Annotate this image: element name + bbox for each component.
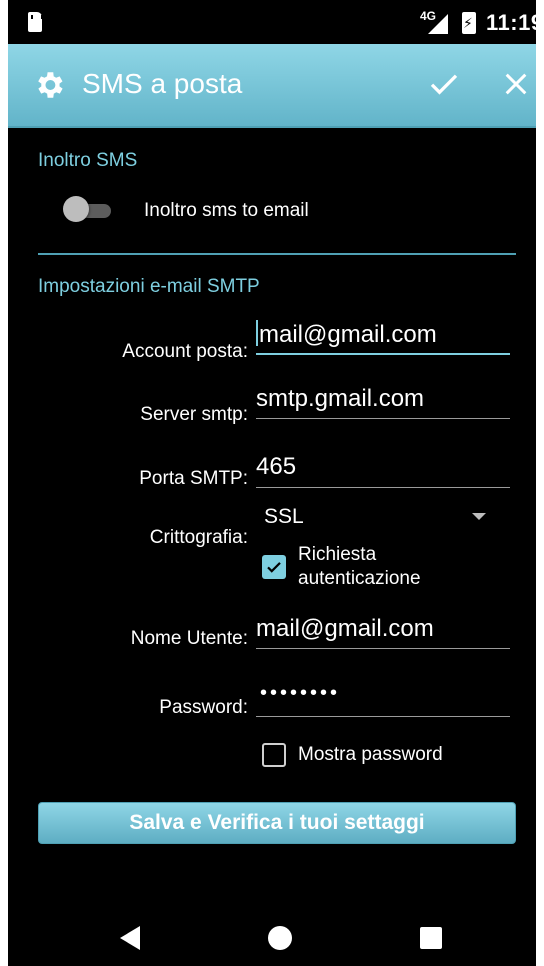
auth-checkbox[interactable] <box>262 555 286 579</box>
port-input[interactable]: 465 <box>256 453 510 481</box>
sms-forward-section-title: Inoltro SMS <box>38 150 138 171</box>
status-time: 11:19 <box>486 10 536 35</box>
no-signal-x-icon: × <box>440 22 448 36</box>
sms-forward-toggle[interactable] <box>63 196 113 224</box>
crypto-select[interactable]: SSL <box>264 505 304 529</box>
sd-card-icon <box>28 12 43 32</box>
server-input-underline <box>256 418 510 419</box>
smtp-section-title: Impostazioni e-mail SMTP <box>38 276 260 297</box>
home-icon[interactable] <box>268 926 292 950</box>
server-input[interactable]: smtp.gmail.com <box>256 385 510 413</box>
account-input-underline <box>256 353 510 355</box>
app-title: SMS a posta <box>82 68 243 99</box>
chevron-down-icon[interactable] <box>472 513 486 520</box>
account-input[interactable]: mail@gmail.com <box>256 320 510 349</box>
password-label: Password: <box>159 697 248 718</box>
username-label: Nome Utente: <box>130 628 248 649</box>
crypto-label: Crittografia: <box>149 527 248 548</box>
status-bar: 4G × 11:19 <box>8 0 536 44</box>
save-verify-button[interactable]: Salva e Verifica i tuoi settaggi <box>38 802 516 844</box>
text-cursor <box>256 320 258 346</box>
password-input[interactable]: •••••••• <box>260 682 340 705</box>
close-icon[interactable] <box>500 66 532 102</box>
account-value: mail@gmail.com <box>259 321 437 348</box>
username-input-underline <box>256 648 510 649</box>
check-mark-icon <box>267 562 281 573</box>
username-input[interactable]: mail@gmail.com <box>256 615 510 643</box>
password-input-underline <box>256 716 510 717</box>
gear-icon[interactable] <box>32 68 66 102</box>
sms-forward-toggle-label: Inoltro sms to email <box>144 200 309 221</box>
show-password-checkbox[interactable] <box>262 743 286 767</box>
auth-label-line1: Richiesta <box>298 544 377 565</box>
battery-charging-icon <box>462 12 476 34</box>
section-divider <box>38 253 516 255</box>
phone-screen: 4G × 11:19 SMS a posta Inoltro SMS Inolt… <box>8 0 536 966</box>
app-bar: SMS a posta <box>8 44 536 128</box>
auth-label-line2: autenticazione <box>298 568 421 589</box>
recents-icon[interactable] <box>420 927 442 949</box>
back-icon[interactable] <box>120 926 140 950</box>
port-input-underline <box>256 487 510 488</box>
show-password-label: Mostra password <box>298 744 443 765</box>
port-label: Porta SMTP: <box>139 468 248 489</box>
server-label: Server smtp: <box>140 404 248 425</box>
check-icon[interactable] <box>426 66 462 102</box>
toggle-thumb <box>63 196 89 222</box>
account-label: Account posta: <box>122 341 248 362</box>
